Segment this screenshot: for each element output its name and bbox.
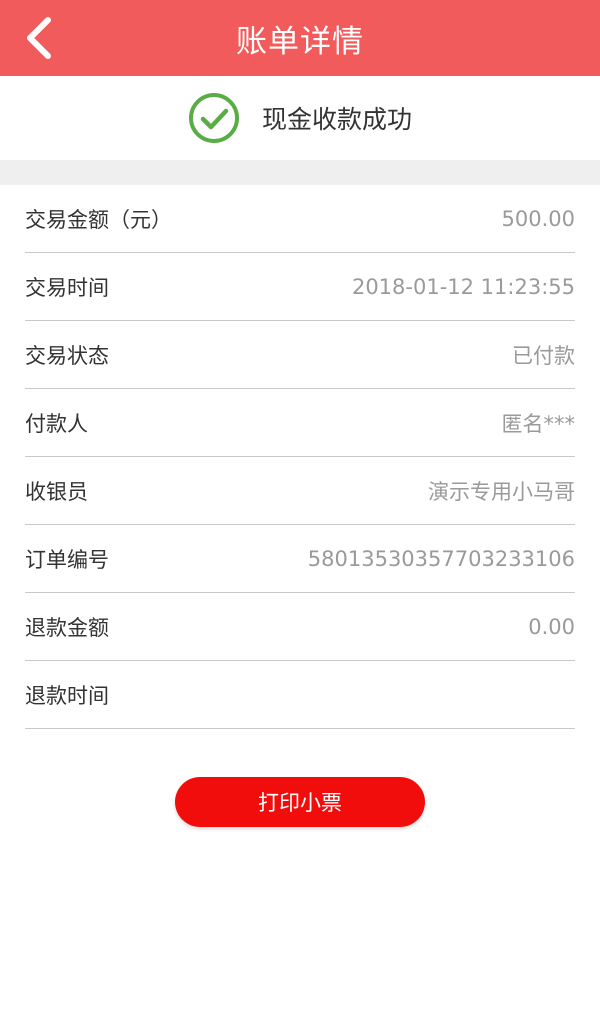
detail-value: 58013530357703233106 <box>307 546 575 571</box>
back-button[interactable] <box>14 10 64 66</box>
detail-row-amount: 交易金额（元） 500.00 <box>25 185 575 253</box>
detail-row-refund-amount: 退款金额 0.00 <box>25 593 575 661</box>
detail-value: 已付款 <box>512 343 575 368</box>
print-receipt-button[interactable]: 打印小票 <box>175 777 425 827</box>
detail-value: 2018-01-12 11:23:55 <box>351 274 575 299</box>
detail-value: 0.00 <box>528 614 575 639</box>
page-title: 账单详情 <box>236 23 364 60</box>
transaction-details: 交易金额（元） 500.00 交易时间 2018-01-12 11:23:55 … <box>25 185 575 729</box>
detail-value: 演示专用小马哥 <box>428 479 575 504</box>
detail-row-refund-time: 退款时间 <box>25 661 575 729</box>
detail-row-status: 交易状态 已付款 <box>25 321 575 389</box>
section-divider <box>0 160 600 185</box>
detail-label: 付款人 <box>25 411 88 436</box>
status-text: 现金收款成功 <box>261 105 412 134</box>
detail-row-order-number: 订单编号 58013530357703233106 <box>25 525 575 593</box>
detail-label: 交易状态 <box>25 343 109 368</box>
chevron-left-icon <box>27 17 51 59</box>
detail-label: 收银员 <box>25 479 88 504</box>
detail-row-time: 交易时间 2018-01-12 11:23:55 <box>25 253 575 321</box>
detail-label: 交易金额（元） <box>25 207 172 232</box>
detail-label: 退款金额 <box>25 615 109 640</box>
detail-value: 500.00 <box>501 206 575 231</box>
detail-label: 交易时间 <box>25 275 109 300</box>
app-header: 账单详情 <box>0 0 600 76</box>
check-circle-icon <box>188 93 239 143</box>
payment-status: 现金收款成功 <box>0 76 600 160</box>
detail-label: 退款时间 <box>25 683 109 708</box>
detail-label: 订单编号 <box>25 547 109 572</box>
detail-row-payer: 付款人 匿名*** <box>25 389 575 457</box>
detail-value: 匿名*** <box>501 411 576 436</box>
detail-row-cashier: 收银员 演示专用小马哥 <box>25 457 575 525</box>
